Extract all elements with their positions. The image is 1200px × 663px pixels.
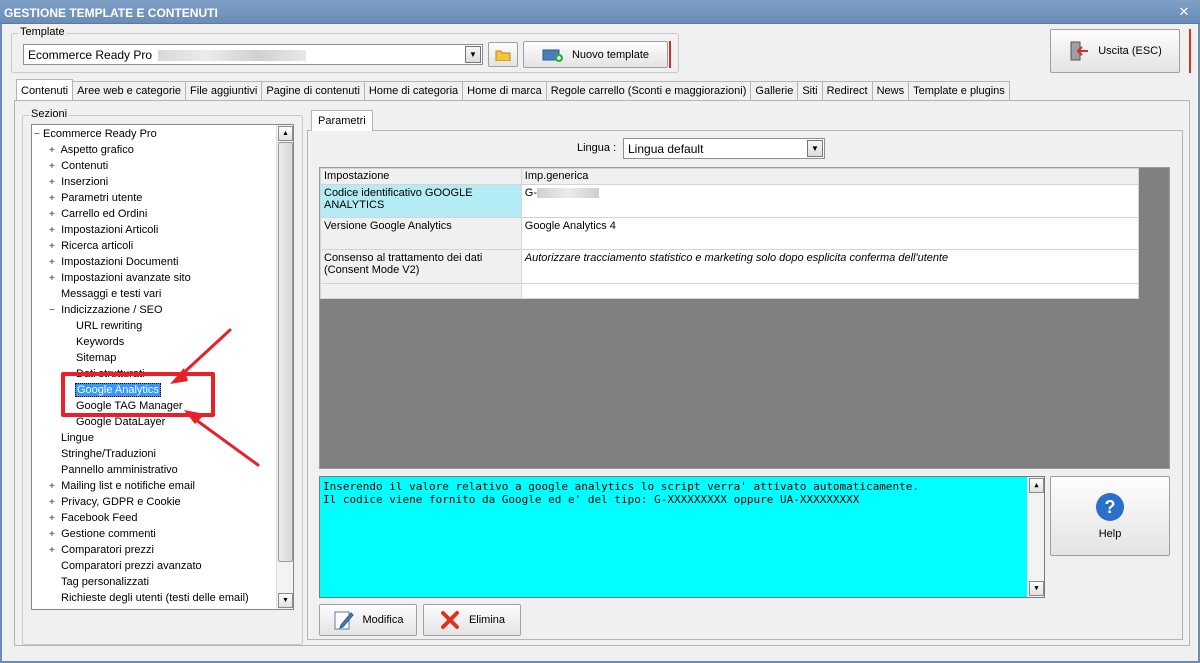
modifica-label: Modifica	[362, 614, 404, 626]
ga-id-value: G-	[524, 187, 538, 199]
description-line-2: Il codice viene fornito da Google ed e' …	[323, 493, 860, 506]
svg-text:?: ?	[1105, 497, 1116, 517]
chevron-down-icon[interactable]: ▼	[807, 140, 823, 157]
help-label: Help	[1098, 528, 1122, 540]
edit-pencil-icon	[334, 611, 354, 630]
lingua-select[interactable]: Lingua default ▼	[623, 138, 825, 159]
description-scrollbar[interactable]: ▲ ▼	[1027, 477, 1044, 597]
table-cell-setting[interactable]: Codice identificativo GOOGLE ANALYTICS	[320, 184, 522, 218]
table-cell-setting[interactable]: Consenso al trattamento dei dati (Consen…	[320, 249, 522, 284]
delete-x-icon	[440, 611, 459, 629]
table-row[interactable]: Consenso al trattamento dei dati (Consen…	[320, 249, 1140, 284]
elimina-button[interactable]: Elimina	[423, 604, 521, 636]
modifica-button[interactable]: Modifica	[319, 604, 417, 636]
table-cell-value[interactable]: Google Analytics 4	[520, 217, 1140, 250]
table-cell-value[interactable]: G-	[520, 184, 1140, 218]
scroll-up-icon[interactable]: ▲	[1029, 478, 1044, 493]
tab-contenuti[interactable]: Contenuti	[16, 79, 74, 100]
lingua-select-value: Lingua default	[628, 142, 704, 156]
settings-grid: Impostazione Imp.generica Codice identif…	[319, 167, 1170, 469]
description-line-1: Inserendo il valore relativo a google an…	[323, 480, 920, 493]
column-header-impostazione: Impostazione	[320, 168, 522, 185]
table-cell-setting[interactable]: Versione Google Analytics	[320, 217, 522, 250]
table-header-row: Impostazione Imp.generica	[320, 168, 1140, 185]
help-question-icon: ?	[1096, 493, 1124, 521]
help-button[interactable]: ? Help	[1050, 476, 1170, 556]
blurred-ga-id	[537, 188, 600, 199]
arrowhead-lower-icon	[184, 410, 205, 424]
annotation-arrow-upper	[176, 328, 232, 380]
table-row[interactable]: Codice identificativo GOOGLE ANALYTICS G…	[320, 184, 1140, 218]
column-header-imp-generica: Imp.generica	[520, 168, 1140, 185]
elimina-label: Elimina	[468, 614, 506, 626]
settings-table: Impostazione Imp.generica Codice identif…	[320, 168, 1140, 299]
annotation-arrow-lower	[190, 415, 260, 467]
table-row[interactable]	[320, 283, 1140, 299]
tab-parametri[interactable]: Parametri	[311, 110, 373, 131]
description-textarea[interactable]: Inserendo il valore relativo a google an…	[319, 476, 1045, 598]
table-cell-setting[interactable]	[320, 283, 522, 299]
table-row[interactable]: Versione Google Analytics Google Analyti…	[320, 217, 1140, 250]
table-cell-value[interactable]	[520, 283, 1140, 299]
scroll-down-icon[interactable]: ▼	[1029, 581, 1044, 596]
lingua-label: Lingua :	[577, 142, 617, 154]
table-cell-value[interactable]: Autorizzare tracciamento statistico e ma…	[520, 249, 1140, 284]
